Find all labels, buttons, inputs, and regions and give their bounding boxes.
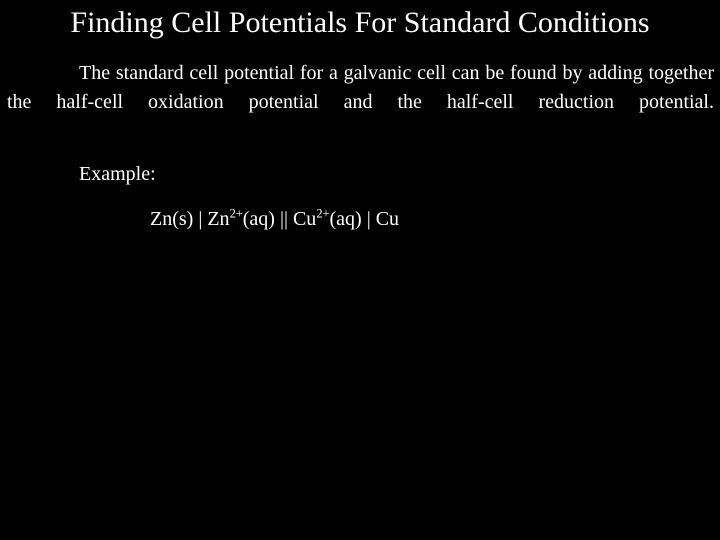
- copper-ion-state: (aq): [329, 208, 362, 230]
- page-title: Finding Cell Potentials For Standard Con…: [70, 6, 650, 39]
- zinc-electrode: Zn(s): [150, 208, 194, 230]
- copper-electrode: Cu: [375, 208, 400, 230]
- salt-bridge-separator: ||: [279, 208, 288, 230]
- example-label: Example:: [79, 163, 156, 185]
- body-paragraph: The standard cell potential for a galvan…: [7, 62, 714, 113]
- zinc-ion-state: (aq): [242, 208, 275, 230]
- zinc-ion-charge: 2+: [229, 206, 243, 221]
- zinc-ion-symbol: Zn: [207, 208, 230, 230]
- presentation-slide: Finding Cell Potentials For Standard Con…: [0, 0, 720, 540]
- copper-ion-charge: 2+: [316, 206, 330, 221]
- cell-notation-line: Zn(s) | Zn2+(aq) || Cu2+(aq) | Cu: [150, 205, 399, 234]
- copper-ion-symbol: Cu: [292, 208, 317, 230]
- empty-slide-area: [0, 240, 720, 540]
